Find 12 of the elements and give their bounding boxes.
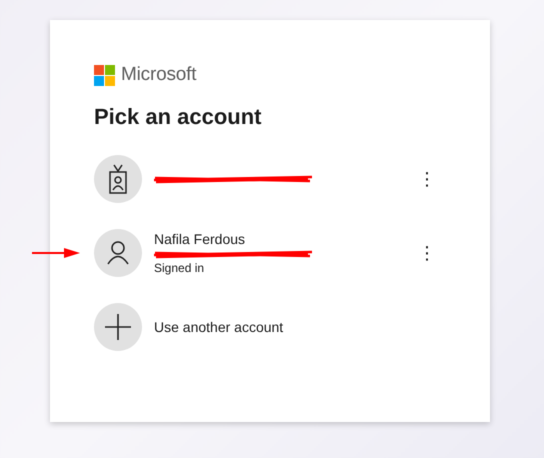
person-icon <box>107 241 129 265</box>
account-status: Signed in <box>154 261 206 275</box>
account-name: Nafila Ferdous <box>154 231 246 247</box>
brand-name: Microsoft <box>121 64 196 86</box>
logo-icon <box>94 64 115 86</box>
add-account-avatar[interactable] <box>94 303 142 351</box>
id-badge-icon <box>108 164 128 194</box>
more-options-button[interactable]: ⋮ <box>414 242 440 264</box>
plus-icon <box>105 314 131 340</box>
more-options-button[interactable]: ⋮ <box>414 168 440 190</box>
use-another-account-option[interactable]: Use another account <box>154 319 284 335</box>
page-heading: Pick an account <box>94 104 263 130</box>
